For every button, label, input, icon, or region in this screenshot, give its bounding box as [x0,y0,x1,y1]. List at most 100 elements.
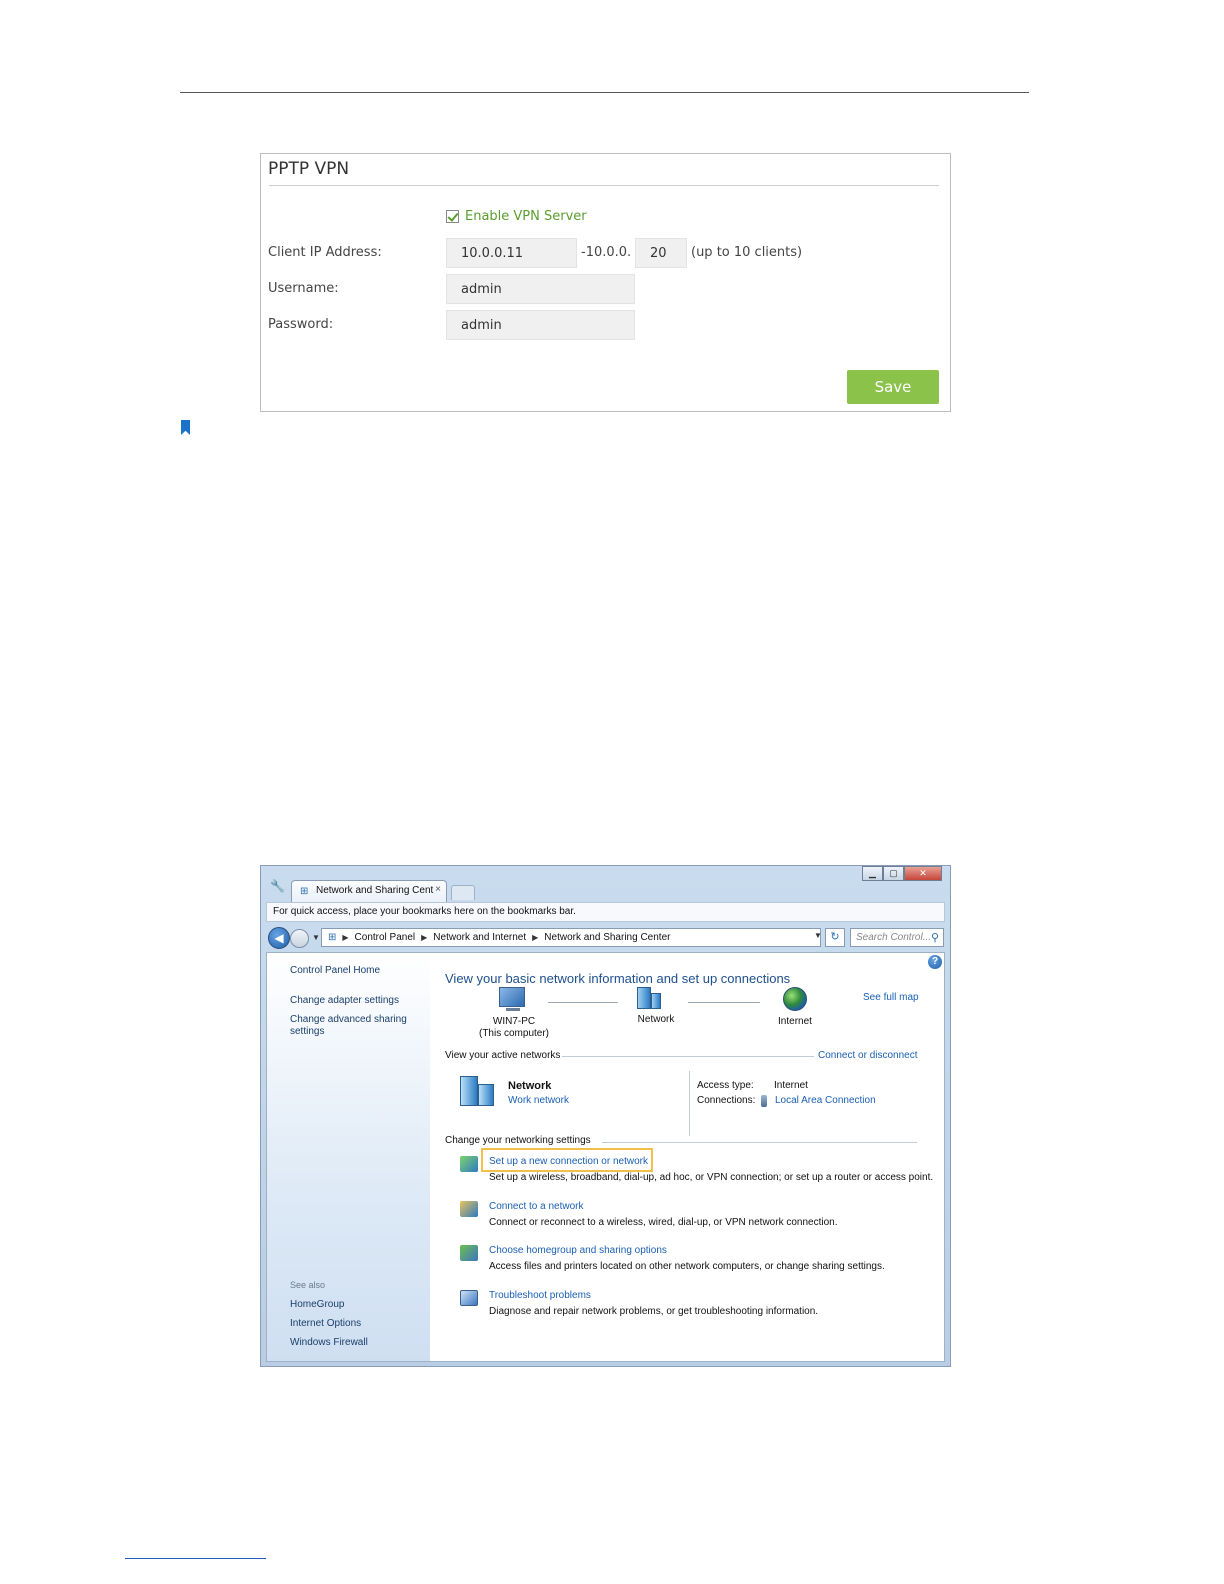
active-network-icon-part [478,1084,494,1106]
window-controls: ▁ ▢ ✕ [862,866,942,881]
connect-or-disconnect-link[interactable]: Connect or disconnect [818,1050,918,1061]
new-tab-button[interactable] [451,885,475,900]
computer-base [506,1008,520,1011]
access-type-label: Access type: [697,1080,754,1091]
ethernet-icon [761,1095,767,1107]
breadcrumb-control-panel[interactable]: Control Panel [355,932,416,946]
page-title: View your basic network information and … [445,971,791,986]
homegroup-options-desc: Access files and printers located on oth… [489,1261,885,1272]
pptp-vpn-panel: PPTP VPN Enable VPN Server Client IP Add… [260,153,951,412]
section-divider [602,1142,917,1143]
active-networks-heading: View your active networks [445,1050,561,1061]
enable-vpn-label: Enable VPN Server [465,209,587,224]
control-panel-home-link[interactable]: Control Panel Home [290,965,380,977]
checkbox-checked-icon[interactable] [446,210,459,223]
work-network-link[interactable]: Work network [508,1095,569,1106]
title-divider [269,185,939,186]
enable-vpn-checkbox[interactable]: Enable VPN Server [446,209,587,224]
tab-close-icon[interactable]: × [435,884,441,895]
local-area-connection-link[interactable]: Local Area Connection [775,1095,876,1106]
username-label: Username: [268,281,339,296]
back-arrow-icon[interactable]: ◀ [268,927,290,949]
search-icon[interactable]: ⚲ [931,931,939,944]
username-input[interactable]: admin [446,274,635,304]
change-advanced-sharing-link[interactable]: Change advanced sharing settings [290,1014,415,1038]
maximize-icon[interactable]: ▢ [883,866,904,881]
client-ip-label: Client IP Address: [268,245,382,260]
globe-icon [783,987,807,1011]
troubleshoot-icon [460,1290,478,1306]
troubleshoot-link[interactable]: Troubleshoot problems [489,1290,591,1301]
footnote-rule [125,1558,266,1559]
section-divider [562,1056,814,1057]
refresh-icon[interactable]: ↻ [825,928,845,947]
save-button[interactable]: Save [847,370,939,404]
connect-network-link[interactable]: Connect to a network [489,1201,584,1212]
map-computer-label: WIN7-PC (This computer) [474,1016,554,1040]
vertical-divider [689,1071,690,1136]
panel-title: PPTP VPN [268,159,350,179]
homegroup-link[interactable]: HomeGroup [290,1299,344,1311]
map-link-line [688,1002,760,1003]
note-bookmark-icon [181,420,190,435]
see-also-label: See also [290,1280,326,1290]
chevron-right-icon[interactable]: ▶ [421,933,427,946]
search-input[interactable]: Search Control... ⚲ [850,928,944,947]
left-pane: Control Panel Home Change adapter settin… [267,953,430,1361]
connections-label: Connections: [697,1095,756,1106]
network-sharing-center-window: 🔧 ⊞ Network and Sharing Cent × ▁ ▢ ✕ For… [260,865,951,1367]
client-ip-start-input[interactable]: 10.0.0.11 [446,238,577,268]
search-placeholder: Search Control... [856,932,932,943]
active-network-icon [460,1076,498,1106]
active-network-icon-part [460,1076,478,1106]
map-network-label: Network [637,1014,675,1025]
homegroup-options-link[interactable]: Choose homegroup and sharing options [489,1245,667,1256]
highlight-box [481,1148,653,1172]
address-bar[interactable]: ⊞ ▶ Control Panel ▶ Network and Internet… [321,928,821,947]
network-icon: ⊞ [300,886,309,897]
address-dropdown-icon[interactable]: ▼ [814,931,822,940]
computer-icon [499,987,525,1007]
map-link-line [548,1002,618,1003]
map-internet-label: Internet [778,1016,812,1027]
page-header-rule [180,92,1029,93]
breadcrumb-network-internet[interactable]: Network and Internet [433,932,526,946]
history-dropdown-icon[interactable]: ▼ [312,933,320,942]
forward-arrow-icon[interactable] [290,929,309,948]
close-icon[interactable]: ✕ [904,866,942,881]
control-panel-icon: ⊞ [328,932,337,943]
windows-firewall-link[interactable]: Windows Firewall [290,1337,368,1349]
access-type-value: Internet [774,1080,808,1091]
active-network-name: Network [508,1080,552,1092]
homegroup-icon [460,1245,478,1261]
network-icon-part [651,993,661,1009]
tab-network-sharing-center[interactable]: ⊞ Network and Sharing Cent × [291,880,447,902]
breadcrumb-network-sharing[interactable]: Network and Sharing Center [544,932,670,946]
client-ip-end-input[interactable]: 20 [635,238,687,268]
change-adapter-settings-link[interactable]: Change adapter settings [290,995,399,1007]
browser-titlebar: 🔧 ⊞ Network and Sharing Cent × ▁ ▢ ✕ [261,866,950,902]
minimize-icon[interactable]: ▁ [862,866,883,881]
network-icon [637,987,651,1009]
new-connection-icon [460,1156,478,1172]
address-row: ◀ ▼ ⊞ ▶ Control Panel ▶ Network and Inte… [266,926,945,950]
bookmarks-bar: For quick access, place your bookmarks h… [266,902,945,922]
client-ip-hint: (up to 10 clients) [691,245,803,260]
password-input[interactable]: admin [446,310,635,340]
connect-network-icon [460,1201,478,1217]
connect-network-desc: Connect or reconnect to a wireless, wire… [489,1217,838,1228]
tab-title: Network and Sharing Cent [316,885,434,896]
internet-options-link[interactable]: Internet Options [290,1318,361,1330]
setup-connection-desc: Set up a wireless, broadband, dial-up, a… [489,1172,934,1183]
chevron-right-icon[interactable]: ▶ [342,933,348,946]
password-label: Password: [268,317,334,332]
computer-name: WIN7-PC [492,1016,536,1027]
troubleshoot-desc: Diagnose and repair network problems, or… [489,1306,819,1317]
see-full-map-link[interactable]: See full map [863,992,919,1003]
change-settings-heading: Change your networking settings [445,1135,591,1146]
chevron-right-icon[interactable]: ▶ [532,933,538,946]
help-icon[interactable]: ? [928,955,942,969]
wrench-icon[interactable]: 🔧 [270,879,285,893]
computer-subtitle: (This computer) [478,1028,549,1039]
client-ip-separator: -10.0.0. [581,245,632,260]
